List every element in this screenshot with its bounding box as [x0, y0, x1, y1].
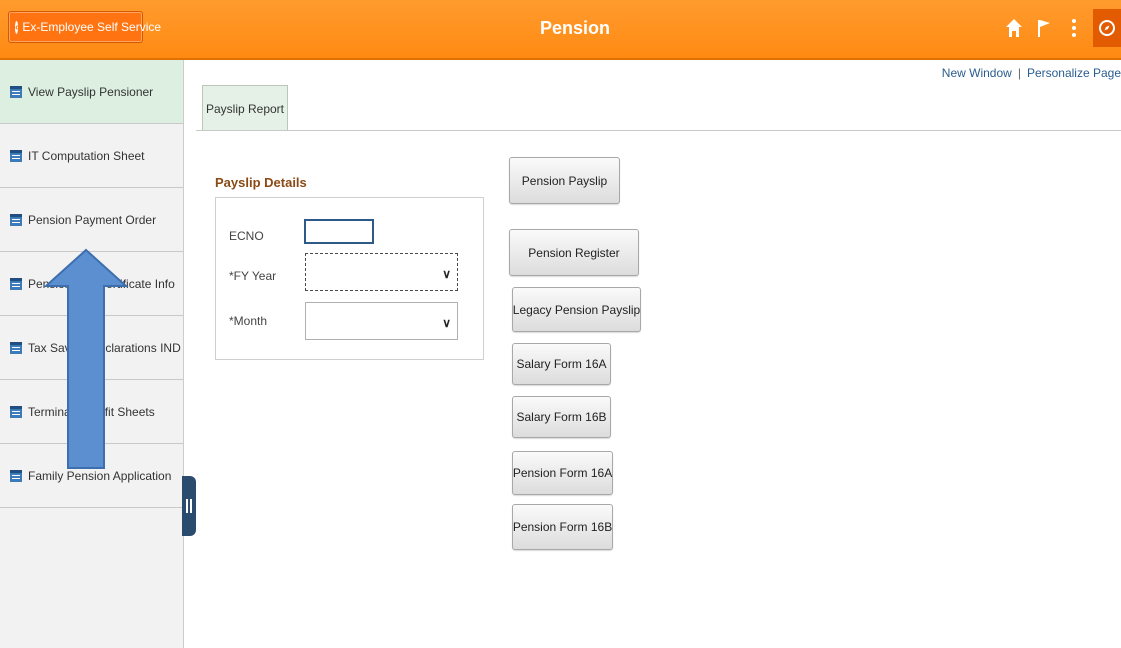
- month-label: *Month: [229, 314, 268, 328]
- salary-form-16b-button[interactable]: Salary Form 16B: [512, 396, 611, 438]
- page-title: Pension: [540, 18, 611, 38]
- navbar-compass-icon[interactable]: [1093, 9, 1121, 47]
- header-actions: [999, 9, 1121, 47]
- page-icon: [10, 85, 22, 98]
- pension-register-button[interactable]: Pension Register: [509, 229, 639, 276]
- new-window-link[interactable]: New Window: [942, 66, 1012, 80]
- back-button-label: Ex-Employee Self Service: [22, 20, 162, 34]
- personalize-page-link[interactable]: Personalize Page: [1027, 66, 1121, 80]
- app-header: ‹ Ex-Employee Self Service Pension: [0, 0, 1121, 60]
- nav-item-tax-saving-declarations[interactable]: Tax Saving Declarations IND: [0, 316, 183, 380]
- collapse-nav-handle[interactable]: [182, 476, 196, 536]
- fy-year-label: *FY Year: [229, 269, 277, 283]
- nav-item-label: Tax Saving Declarations IND: [28, 340, 181, 355]
- tab-payslip-report[interactable]: Payslip Report: [202, 85, 288, 131]
- link-separator: |: [1017, 66, 1021, 80]
- month-select[interactable]: ∨: [305, 302, 458, 340]
- nav-item-view-payslip-pensioner[interactable]: View Payslip Pensioner: [0, 60, 183, 124]
- page-icon: [10, 405, 22, 418]
- page-icon: [10, 149, 22, 162]
- nav-item-label: Family Pension Application: [28, 468, 172, 483]
- left-nav: View Payslip Pensioner IT Computation Sh…: [0, 60, 184, 648]
- page-links: New Window | Personalize Page: [942, 66, 1121, 80]
- ecno-input[interactable]: [304, 219, 374, 244]
- ecno-label: ECNO: [229, 229, 264, 243]
- pension-form-16a-button[interactable]: Pension Form 16A: [512, 451, 613, 495]
- pension-form-16b-button[interactable]: Pension Form 16B: [512, 504, 613, 550]
- nav-item-label: Pension Payment Order: [28, 212, 157, 227]
- chevron-down-icon: ∨: [442, 316, 451, 330]
- pension-payslip-button[interactable]: Pension Payslip: [509, 157, 620, 204]
- fy-year-select[interactable]: ∨: [305, 253, 458, 291]
- nav-item-it-computation-sheet[interactable]: IT Computation Sheet: [0, 124, 183, 188]
- page-icon: [10, 213, 22, 226]
- nav-item-label: Pension Life Certificate Info: [28, 276, 175, 291]
- salary-form-16a-button[interactable]: Salary Form 16A: [512, 343, 611, 385]
- chevron-down-icon: ∨: [442, 267, 451, 281]
- nav-item-label: View Payslip Pensioner: [28, 84, 154, 99]
- payslip-details-title: Payslip Details: [215, 175, 307, 190]
- nav-item-label: IT Computation Sheet: [28, 148, 145, 163]
- nav-item-terminal-benefit-sheets[interactable]: Terminal Benefit Sheets: [0, 380, 183, 444]
- flag-icon[interactable]: [1029, 13, 1059, 43]
- more-vert-icon[interactable]: [1059, 13, 1089, 43]
- page-icon: [10, 341, 22, 354]
- nav-item-pension-payment-order[interactable]: Pension Payment Order: [0, 188, 183, 252]
- nav-item-family-pension-application[interactable]: Family Pension Application: [0, 444, 183, 508]
- back-button[interactable]: ‹ Ex-Employee Self Service: [8, 11, 161, 43]
- home-icon[interactable]: [999, 13, 1029, 43]
- chevron-left-icon: ‹: [15, 20, 19, 34]
- nav-item-pension-life-certificate-info[interactable]: Pension Life Certificate Info: [0, 252, 183, 316]
- page-icon: [10, 277, 22, 290]
- nav-item-label: Terminal Benefit Sheets: [28, 404, 155, 419]
- tab-divider: [196, 130, 1121, 131]
- page-icon: [10, 469, 22, 482]
- legacy-pension-payslip-button[interactable]: Legacy Pension Payslip: [512, 287, 641, 332]
